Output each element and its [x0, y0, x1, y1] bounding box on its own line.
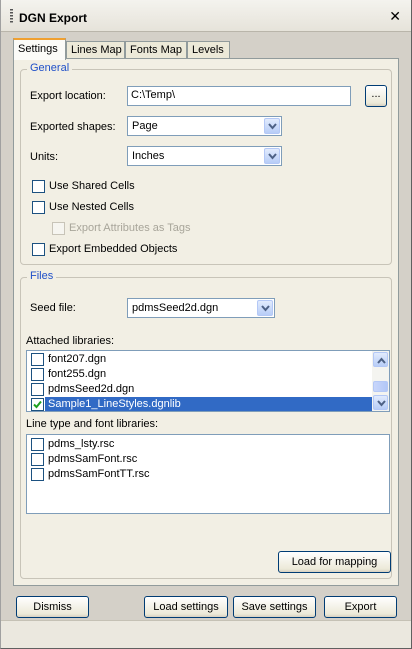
list-item[interactable]: pdms_lsty.rsc — [29, 437, 389, 453]
browse-button[interactable]: ... — [365, 85, 387, 107]
settings-panel: General Export location: C:\Temp\ ... Ex… — [13, 58, 399, 586]
tab-levels[interactable]: Levels — [187, 41, 230, 59]
export-attributes-label: Export Attributes as Tags — [69, 222, 191, 234]
export-location-input[interactable]: C:\Temp\ — [127, 86, 351, 106]
list-item[interactable]: pdmsSeed2d.dgn — [29, 382, 389, 398]
scroll-down-button[interactable] — [373, 395, 388, 410]
window-title: DGN Export — [19, 11, 88, 25]
library-checkbox[interactable] — [31, 383, 44, 396]
library-name: Sample1_LineStyles.dgnlib — [48, 398, 181, 410]
seed-file-label: Seed file: — [30, 302, 76, 314]
library-checkbox[interactable] — [31, 368, 44, 381]
library-checkbox[interactable] — [31, 438, 44, 451]
library-name: pdmsSeed2d.dgn — [48, 383, 135, 395]
library-name: font207.dgn — [48, 353, 107, 365]
general-group-title: General — [27, 62, 73, 74]
use-shared-cells-label: Use Shared Cells — [49, 180, 135, 192]
library-name: pdms_lsty.rsc — [48, 438, 115, 450]
units-value: Inches — [132, 150, 165, 162]
use-nested-cells-checkbox[interactable] — [32, 201, 45, 214]
seed-file-select[interactable]: pdmsSeed2d.dgn — [127, 298, 275, 318]
list-item[interactable]: font255.dgn — [29, 367, 389, 383]
use-nested-cells-label: Use Nested Cells — [49, 201, 134, 213]
library-checkbox[interactable] — [31, 453, 44, 466]
units-select[interactable]: Inches — [127, 146, 282, 166]
exported-shapes-label: Exported shapes: — [30, 121, 116, 133]
tab-settings[interactable]: Settings — [13, 38, 66, 60]
scroll-thumb[interactable] — [373, 381, 388, 392]
export-location-label: Export location: — [30, 90, 106, 102]
list-item-selected[interactable]: Sample1_LineStyles.dgnlib — [29, 397, 389, 411]
export-attributes-checkbox — [52, 222, 65, 235]
files-group: Files Seed file: pdmsSeed2d.dgn Attached… — [20, 270, 392, 579]
tab-fonts-map[interactable]: Fonts Map — [125, 41, 187, 59]
library-name: font255.dgn — [48, 368, 107, 380]
exported-shapes-select[interactable]: Page — [127, 116, 282, 136]
save-settings-button[interactable]: Save settings — [233, 596, 316, 618]
attached-libraries-list[interactable]: font207.dgn font255.dgn pdmsSeed2d.dgn S… — [26, 350, 390, 412]
library-name: pdmsSamFontTT.rsc — [48, 468, 150, 480]
exported-shapes-value: Page — [132, 120, 158, 132]
line-type-font-libraries-list[interactable]: pdms_lsty.rsc pdmsSamFont.rsc pdmsSamFon… — [26, 434, 390, 514]
checkmark-icon — [33, 400, 42, 409]
load-for-mapping-button[interactable]: Load for mapping — [278, 551, 391, 573]
files-group-title: Files — [27, 270, 57, 282]
scroll-up-button[interactable] — [373, 352, 388, 367]
attached-libraries-scrollbar[interactable] — [372, 351, 389, 411]
library-checkbox[interactable] — [31, 353, 44, 366]
library-checkbox-checked[interactable] — [31, 398, 44, 411]
close-icon[interactable]: ✕ — [389, 9, 401, 23]
status-bar — [1, 620, 411, 648]
load-settings-button[interactable]: Load settings — [144, 596, 228, 618]
dismiss-button[interactable]: Dismiss — [16, 596, 89, 618]
export-embedded-objects-checkbox[interactable] — [32, 243, 45, 256]
library-checkbox[interactable] — [31, 468, 44, 481]
library-name: pdmsSamFont.rsc — [48, 453, 138, 465]
list-item[interactable]: font207.dgn — [29, 352, 389, 368]
chevron-down-icon[interactable] — [264, 118, 280, 134]
chevron-down-icon[interactable] — [264, 148, 280, 164]
attached-libraries-label: Attached libraries: — [26, 335, 115, 347]
seed-file-value: pdmsSeed2d.dgn — [132, 302, 219, 314]
tab-lines-map[interactable]: Lines Map — [66, 41, 125, 59]
general-group: General Export location: C:\Temp\ ... Ex… — [20, 62, 392, 265]
list-item[interactable]: pdmsSamFontTT.rsc — [29, 467, 389, 483]
dgn-export-window: DGN Export ✕ Settings Lines Map Fonts Ma… — [0, 0, 412, 649]
units-label: Units: — [30, 151, 59, 163]
title-bar[interactable]: DGN Export ✕ — [1, 0, 411, 32]
chevron-down-icon — [377, 400, 386, 407]
export-button[interactable]: Export — [324, 596, 397, 618]
list-item[interactable]: pdmsSamFont.rsc — [29, 452, 389, 468]
use-shared-cells-checkbox[interactable] — [32, 180, 45, 193]
chevron-down-icon[interactable] — [257, 300, 273, 316]
line-type-font-libraries-label: Line type and font libraries: — [26, 418, 159, 430]
export-embedded-objects-label: Export Embedded Objects — [49, 243, 178, 255]
grip-handle[interactable] — [10, 9, 13, 24]
chevron-up-icon — [377, 357, 386, 364]
